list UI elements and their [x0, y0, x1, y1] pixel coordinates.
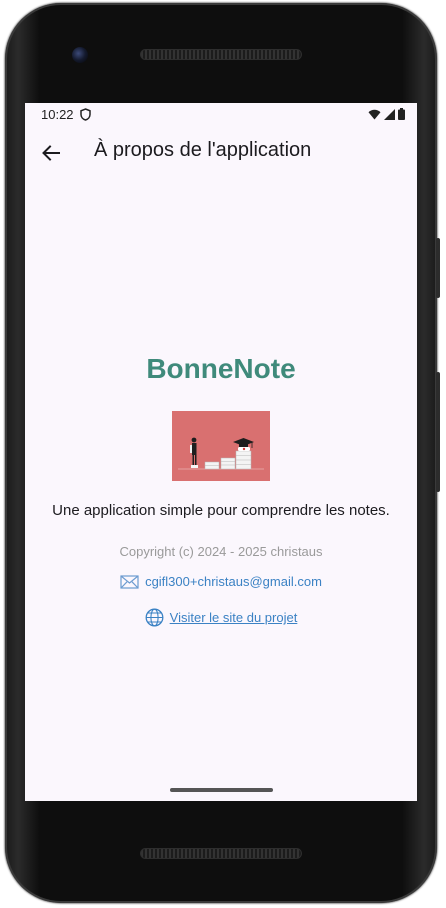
status-bar: 10:22 — [25, 103, 417, 127]
status-icons — [368, 108, 405, 120]
battery-icon — [398, 108, 405, 120]
bottom-speaker — [140, 848, 302, 859]
copyright-text: Copyright (c) 2024 - 2025 christaus — [119, 544, 323, 559]
page-title: À propos de l'application — [94, 139, 312, 161]
site-link-text: Visiter le site du projet — [169, 610, 298, 625]
wifi-icon — [368, 109, 381, 119]
project-site-link[interactable]: Visiter le site du projet — [25, 608, 417, 627]
front-camera — [72, 47, 88, 63]
shield-icon — [80, 108, 91, 121]
arrow-left-icon — [42, 145, 60, 161]
screen: 10:22 À propos de l'application BonneNot — [25, 103, 417, 801]
envelope-icon — [120, 574, 139, 589]
power-button — [436, 238, 440, 298]
email-link[interactable]: cgifl300+christaus@gmail.com — [25, 574, 417, 589]
globe-icon — [145, 608, 164, 627]
home-indicator[interactable] — [170, 788, 273, 792]
top-speaker — [140, 49, 302, 60]
status-time: 10:22 — [41, 107, 74, 122]
app-name: BonneNote — [146, 353, 296, 384]
graduation-illustration — [172, 411, 270, 481]
email-address: cgifl300+christaus@gmail.com — [145, 574, 322, 589]
signal-icon — [384, 108, 395, 120]
app-description: Une application simple pour comprendre l… — [52, 502, 390, 519]
back-button[interactable] — [35, 137, 67, 169]
app-bar: À propos de l'application — [25, 127, 417, 179]
volume-button — [436, 372, 440, 492]
